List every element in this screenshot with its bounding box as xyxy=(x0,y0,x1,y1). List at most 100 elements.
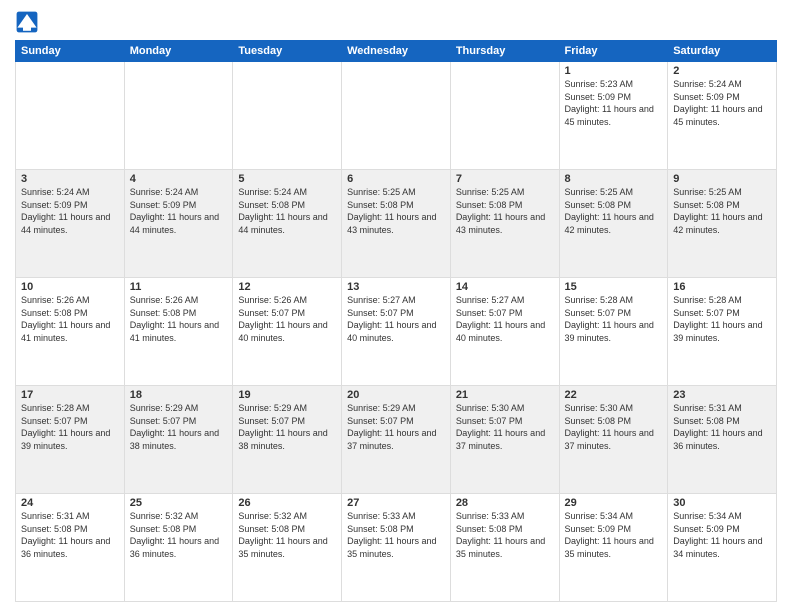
day-number: 18 xyxy=(130,389,228,401)
calendar-cell: 15Sunrise: 5:28 AM Sunset: 5:07 PM Dayli… xyxy=(559,278,668,386)
calendar-header-tuesday: Tuesday xyxy=(233,41,342,62)
day-info: Sunrise: 5:32 AM Sunset: 5:08 PM Dayligh… xyxy=(238,510,336,560)
calendar-cell: 14Sunrise: 5:27 AM Sunset: 5:07 PM Dayli… xyxy=(450,278,559,386)
calendar-cell: 11Sunrise: 5:26 AM Sunset: 5:08 PM Dayli… xyxy=(124,278,233,386)
calendar-cell: 27Sunrise: 5:33 AM Sunset: 5:08 PM Dayli… xyxy=(342,494,451,602)
calendar-table: SundayMondayTuesdayWednesdayThursdayFrid… xyxy=(15,40,777,602)
day-number: 29 xyxy=(565,497,663,509)
calendar-cell: 17Sunrise: 5:28 AM Sunset: 5:07 PM Dayli… xyxy=(16,386,125,494)
calendar-week-row: 10Sunrise: 5:26 AM Sunset: 5:08 PM Dayli… xyxy=(16,278,777,386)
day-info: Sunrise: 5:27 AM Sunset: 5:07 PM Dayligh… xyxy=(456,294,554,344)
calendar-header-saturday: Saturday xyxy=(668,41,777,62)
day-number: 19 xyxy=(238,389,336,401)
page: SundayMondayTuesdayWednesdayThursdayFrid… xyxy=(0,0,792,612)
day-info: Sunrise: 5:24 AM Sunset: 5:09 PM Dayligh… xyxy=(673,78,771,128)
calendar-cell xyxy=(124,62,233,170)
day-info: Sunrise: 5:30 AM Sunset: 5:07 PM Dayligh… xyxy=(456,402,554,452)
day-number: 27 xyxy=(347,497,445,509)
day-number: 17 xyxy=(21,389,119,401)
day-info: Sunrise: 5:28 AM Sunset: 5:07 PM Dayligh… xyxy=(565,294,663,344)
day-number: 11 xyxy=(130,281,228,293)
day-info: Sunrise: 5:24 AM Sunset: 5:09 PM Dayligh… xyxy=(21,186,119,236)
day-number: 16 xyxy=(673,281,771,293)
calendar-cell xyxy=(450,62,559,170)
calendar-header-sunday: Sunday xyxy=(16,41,125,62)
day-info: Sunrise: 5:25 AM Sunset: 5:08 PM Dayligh… xyxy=(673,186,771,236)
calendar-cell: 1Sunrise: 5:23 AM Sunset: 5:09 PM Daylig… xyxy=(559,62,668,170)
day-number: 7 xyxy=(456,173,554,185)
day-number: 28 xyxy=(456,497,554,509)
calendar-cell: 8Sunrise: 5:25 AM Sunset: 5:08 PM Daylig… xyxy=(559,170,668,278)
calendar-header-thursday: Thursday xyxy=(450,41,559,62)
day-number: 25 xyxy=(130,497,228,509)
calendar-header-wednesday: Wednesday xyxy=(342,41,451,62)
calendar-cell: 23Sunrise: 5:31 AM Sunset: 5:08 PM Dayli… xyxy=(668,386,777,494)
calendar-cell: 5Sunrise: 5:24 AM Sunset: 5:08 PM Daylig… xyxy=(233,170,342,278)
header xyxy=(15,10,777,34)
calendar-cell: 6Sunrise: 5:25 AM Sunset: 5:08 PM Daylig… xyxy=(342,170,451,278)
calendar-cell: 3Sunrise: 5:24 AM Sunset: 5:09 PM Daylig… xyxy=(16,170,125,278)
day-number: 6 xyxy=(347,173,445,185)
calendar-cell: 4Sunrise: 5:24 AM Sunset: 5:09 PM Daylig… xyxy=(124,170,233,278)
day-info: Sunrise: 5:30 AM Sunset: 5:08 PM Dayligh… xyxy=(565,402,663,452)
day-info: Sunrise: 5:26 AM Sunset: 5:08 PM Dayligh… xyxy=(130,294,228,344)
day-number: 12 xyxy=(238,281,336,293)
day-number: 2 xyxy=(673,65,771,77)
calendar-cell: 9Sunrise: 5:25 AM Sunset: 5:08 PM Daylig… xyxy=(668,170,777,278)
day-number: 22 xyxy=(565,389,663,401)
day-number: 10 xyxy=(21,281,119,293)
day-info: Sunrise: 5:29 AM Sunset: 5:07 PM Dayligh… xyxy=(130,402,228,452)
calendar-cell: 20Sunrise: 5:29 AM Sunset: 5:07 PM Dayli… xyxy=(342,386,451,494)
calendar-cell xyxy=(233,62,342,170)
day-number: 24 xyxy=(21,497,119,509)
day-number: 26 xyxy=(238,497,336,509)
day-number: 15 xyxy=(565,281,663,293)
day-info: Sunrise: 5:26 AM Sunset: 5:08 PM Dayligh… xyxy=(21,294,119,344)
day-number: 20 xyxy=(347,389,445,401)
calendar-cell: 19Sunrise: 5:29 AM Sunset: 5:07 PM Dayli… xyxy=(233,386,342,494)
day-info: Sunrise: 5:32 AM Sunset: 5:08 PM Dayligh… xyxy=(130,510,228,560)
calendar-cell: 10Sunrise: 5:26 AM Sunset: 5:08 PM Dayli… xyxy=(16,278,125,386)
logo xyxy=(15,10,43,34)
logo-icon xyxy=(15,10,39,34)
day-number: 5 xyxy=(238,173,336,185)
day-info: Sunrise: 5:28 AM Sunset: 5:07 PM Dayligh… xyxy=(673,294,771,344)
day-info: Sunrise: 5:34 AM Sunset: 5:09 PM Dayligh… xyxy=(673,510,771,560)
day-number: 23 xyxy=(673,389,771,401)
day-info: Sunrise: 5:25 AM Sunset: 5:08 PM Dayligh… xyxy=(347,186,445,236)
calendar-cell xyxy=(16,62,125,170)
day-number: 21 xyxy=(456,389,554,401)
calendar-cell: 16Sunrise: 5:28 AM Sunset: 5:07 PM Dayli… xyxy=(668,278,777,386)
day-info: Sunrise: 5:29 AM Sunset: 5:07 PM Dayligh… xyxy=(347,402,445,452)
calendar-cell: 7Sunrise: 5:25 AM Sunset: 5:08 PM Daylig… xyxy=(450,170,559,278)
day-number: 3 xyxy=(21,173,119,185)
calendar-cell: 24Sunrise: 5:31 AM Sunset: 5:08 PM Dayli… xyxy=(16,494,125,602)
calendar-week-row: 24Sunrise: 5:31 AM Sunset: 5:08 PM Dayli… xyxy=(16,494,777,602)
calendar-cell: 13Sunrise: 5:27 AM Sunset: 5:07 PM Dayli… xyxy=(342,278,451,386)
day-info: Sunrise: 5:25 AM Sunset: 5:08 PM Dayligh… xyxy=(565,186,663,236)
calendar-header-friday: Friday xyxy=(559,41,668,62)
calendar-cell: 29Sunrise: 5:34 AM Sunset: 5:09 PM Dayli… xyxy=(559,494,668,602)
day-info: Sunrise: 5:24 AM Sunset: 5:08 PM Dayligh… xyxy=(238,186,336,236)
calendar-cell: 21Sunrise: 5:30 AM Sunset: 5:07 PM Dayli… xyxy=(450,386,559,494)
day-number: 4 xyxy=(130,173,228,185)
day-info: Sunrise: 5:28 AM Sunset: 5:07 PM Dayligh… xyxy=(21,402,119,452)
calendar-cell: 12Sunrise: 5:26 AM Sunset: 5:07 PM Dayli… xyxy=(233,278,342,386)
day-info: Sunrise: 5:29 AM Sunset: 5:07 PM Dayligh… xyxy=(238,402,336,452)
calendar-cell: 22Sunrise: 5:30 AM Sunset: 5:08 PM Dayli… xyxy=(559,386,668,494)
day-number: 13 xyxy=(347,281,445,293)
day-number: 30 xyxy=(673,497,771,509)
calendar-cell: 25Sunrise: 5:32 AM Sunset: 5:08 PM Dayli… xyxy=(124,494,233,602)
day-info: Sunrise: 5:31 AM Sunset: 5:08 PM Dayligh… xyxy=(673,402,771,452)
calendar-cell: 30Sunrise: 5:34 AM Sunset: 5:09 PM Dayli… xyxy=(668,494,777,602)
day-info: Sunrise: 5:26 AM Sunset: 5:07 PM Dayligh… xyxy=(238,294,336,344)
day-info: Sunrise: 5:23 AM Sunset: 5:09 PM Dayligh… xyxy=(565,78,663,128)
day-number: 8 xyxy=(565,173,663,185)
calendar-week-row: 17Sunrise: 5:28 AM Sunset: 5:07 PM Dayli… xyxy=(16,386,777,494)
day-number: 14 xyxy=(456,281,554,293)
calendar-header-monday: Monday xyxy=(124,41,233,62)
day-number: 9 xyxy=(673,173,771,185)
day-info: Sunrise: 5:34 AM Sunset: 5:09 PM Dayligh… xyxy=(565,510,663,560)
calendar-cell: 18Sunrise: 5:29 AM Sunset: 5:07 PM Dayli… xyxy=(124,386,233,494)
day-info: Sunrise: 5:27 AM Sunset: 5:07 PM Dayligh… xyxy=(347,294,445,344)
